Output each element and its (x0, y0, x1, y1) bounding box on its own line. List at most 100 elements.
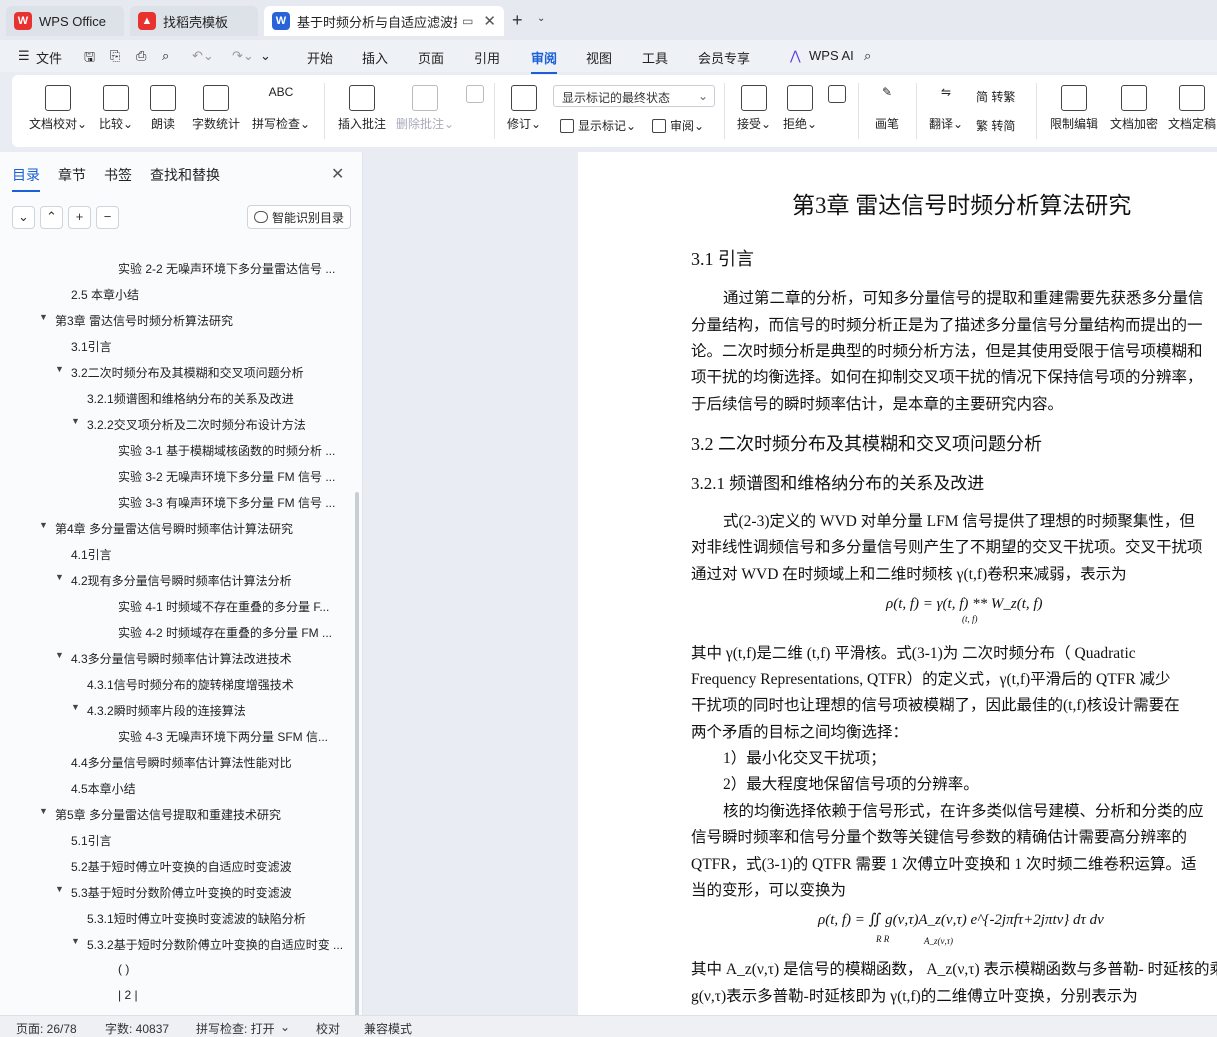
close-pane-icon[interactable]: ✕ (331, 164, 344, 184)
page-indicator[interactable]: 页面: 26/78 (16, 1020, 77, 1037)
insert-comment-button[interactable]: 插入批注 (334, 85, 390, 132)
word-count-button[interactable]: 字数统计 (188, 85, 244, 132)
delete-comment-button[interactable]: 删除批注⌄ (394, 85, 456, 132)
toc-item[interactable]: 5.3.1短时傅立叶变换时变滤波的缺陷分析 (87, 910, 306, 927)
encrypt-button[interactable]: 文档加密 (1108, 85, 1160, 132)
tab-bookmarks[interactable]: 书签 (104, 165, 132, 185)
new-tab-icon[interactable]: + (512, 10, 523, 31)
redo-icon[interactable]: ↷⌄ (232, 48, 254, 64)
chevron-up-icon[interactable]: ⌃ (40, 206, 63, 229)
to-traditional-button[interactable]: 简 转繁 (976, 88, 1015, 105)
spell-check-status[interactable]: 拼写检查: 打开 (196, 1020, 275, 1037)
toc-item[interactable]: ▼ 3.2二次时频分布及其模糊和交叉项问题分析 (55, 364, 304, 381)
finalize-button[interactable]: 文档定稿 (1168, 85, 1216, 132)
toc-item[interactable]: ▼ 第3章 雷达信号时频分析算法研究 (39, 312, 233, 329)
print-icon[interactable]: ⎙ (136, 48, 146, 64)
next-change-button[interactable] (826, 85, 848, 107)
revise-button[interactable]: 修订⌄ (504, 85, 544, 132)
translate-button[interactable]: ⇋ 翻译⌄ (926, 85, 966, 132)
markup-select[interactable]: 显示标记的最终状态 ⌄ (553, 85, 715, 107)
toc-item[interactable]: ▼ 5.3.2基于短时分数阶傅立叶变换的自适应时变 ... (71, 936, 343, 953)
menu-view[interactable]: 视图 (586, 48, 612, 67)
accept-button[interactable]: 接受⌄ (734, 85, 774, 132)
toc-item[interactable]: ▼ 第4章 多分量雷达信号瞬时频率估计算法研究 (39, 520, 293, 537)
menu-home[interactable]: 开始 (307, 48, 333, 67)
export-icon[interactable]: ⎘ (110, 48, 120, 64)
menu-page[interactable]: 页面 (418, 48, 444, 67)
toc-item[interactable]: 实验 3-2 无噪声环境下多分量 FM 信号 ... (118, 468, 335, 485)
toc-item[interactable]: 4.4多分量信号瞬时频率估计算法性能对比 (71, 754, 292, 771)
menu-wps-ai[interactable]: WPS AI (809, 48, 854, 63)
expand-arrow-icon[interactable]: ▼ (39, 520, 48, 530)
chevron-down-icon[interactable]: ⌄ (537, 13, 545, 24)
scrollbar[interactable] (355, 492, 359, 1037)
undo-icon[interactable]: ↶⌄ (192, 48, 214, 64)
toc-item[interactable]: 实验 2-2 无噪声环境下多分量雷达信号 ... (118, 260, 335, 277)
toc-item[interactable]: ▼ 第5章 多分量雷达信号提取和重建技术研究 (39, 806, 281, 823)
expand-arrow-icon[interactable]: ▼ (39, 806, 48, 816)
toc-item[interactable]: 实验 3-3 有噪声环境下多分量 FM 信号 ... (118, 494, 335, 511)
toc-item[interactable]: ( ) (118, 962, 129, 976)
read-aloud-button[interactable]: 朗读 (146, 85, 180, 132)
toc-item[interactable]: ▼ 5.3基于短时分数阶傅立叶变换的时变滤波 (55, 884, 292, 901)
pen-button[interactable]: ✎ 画笔 (870, 85, 904, 132)
toc-item[interactable]: 实验 4-3 无噪声环境下两分量 SFM 信... (118, 728, 328, 745)
review-pane-button[interactable]: 审阅 ⌄ (652, 117, 704, 134)
toc-item[interactable]: 实验 4-2 时频域存在重叠的多分量 FM ... (118, 624, 332, 641)
toc-item[interactable]: ▼ 3.2.2交叉项分析及二次时频分布设计方法 (71, 416, 306, 433)
toc-item[interactable]: ▼ 4.2现有多分量信号瞬时频率估计算法分析 (55, 572, 292, 589)
compare-button[interactable]: 比较⌄ (96, 85, 136, 132)
proof-button[interactable]: 文档校对⌄ (28, 85, 88, 132)
menu-references[interactable]: 引用 (474, 48, 500, 67)
expand-arrow-icon[interactable]: ▼ (39, 312, 48, 322)
search-icon[interactable]: ⌕ (864, 48, 871, 64)
toc-item[interactable]: 5.2基于短时傅立叶变换的自适应时变滤波 (71, 858, 292, 875)
chevron-down-icon[interactable]: ⌄ (12, 206, 35, 229)
more-chevron-icon[interactable]: ⌄ (260, 48, 271, 64)
toc-item[interactable]: 2.5 本章小结 (71, 286, 139, 303)
show-markup-button[interactable]: 显示标记 ⌄ (560, 117, 636, 134)
tab-docer-templates[interactable]: ▲ 找稻壳模板 (130, 6, 258, 36)
hamburger-icon[interactable]: ☰ (18, 48, 30, 64)
menu-tools[interactable]: 工具 (642, 48, 668, 67)
tab-wps-office[interactable]: W WPS Office (6, 6, 124, 36)
print-preview-icon[interactable]: ⌕ (162, 48, 169, 64)
toc-item[interactable]: 4.3.1信号时频分布的旋转梯度增强技术 (87, 676, 294, 693)
close-tab-icon[interactable]: ✕ (483, 12, 496, 30)
toc-item[interactable]: 3.1引言 (71, 338, 112, 355)
toc-item[interactable]: ▼ 4.3多分量信号瞬时频率估计算法改进技术 (55, 650, 292, 667)
tab-document[interactable]: W 基于时频分析与自适应滤波技 ▭ ✕ (264, 6, 504, 36)
add-heading-icon[interactable]: + (68, 206, 91, 229)
remove-heading-icon[interactable]: − (96, 206, 119, 229)
prev-comment-button[interactable] (464, 85, 486, 107)
expand-arrow-icon[interactable]: ▼ (55, 364, 64, 374)
word-count[interactable]: 字数: 40837 (105, 1020, 169, 1037)
proof-status[interactable]: 校对 (316, 1020, 340, 1037)
expand-arrow-icon[interactable]: ▼ (55, 572, 64, 582)
tab-find-replace[interactable]: 查找和替换 (150, 165, 220, 185)
menu-insert[interactable]: 插入 (362, 48, 388, 67)
reject-button[interactable]: 拒绝⌄ (780, 85, 820, 132)
menu-member[interactable]: 会员专享 (698, 48, 750, 67)
spell-check-button[interactable]: ABC 拼写检查⌄ (250, 85, 312, 132)
toc-item[interactable]: 4.1引言 (71, 546, 112, 563)
chevron-down-icon[interactable]: ⌄ (280, 1020, 290, 1034)
toc-item[interactable]: 5.1引言 (71, 832, 112, 849)
tab-sections[interactable]: 章节 (58, 165, 86, 185)
window-icon[interactable]: ▭ (462, 14, 473, 28)
to-simplified-button[interactable]: 繁 转简 (976, 117, 1015, 134)
menu-review[interactable]: 审阅 (531, 48, 558, 74)
expand-arrow-icon[interactable]: ▼ (71, 702, 80, 712)
toc-item[interactable]: 3.2.1频谱图和维格纳分布的关系及改进 (87, 390, 294, 407)
restrict-edit-button[interactable]: 限制编辑 (1048, 85, 1100, 132)
toc-item[interactable]: 实验 4-1 时频域不存在重叠的多分量 F... (118, 598, 329, 615)
toc-item[interactable]: 实验 3-1 基于模糊域核函数的时频分析 ... (118, 442, 335, 459)
tab-toc[interactable]: 目录 (12, 165, 40, 192)
expand-arrow-icon[interactable]: ▼ (71, 416, 80, 426)
toc-item[interactable]: | 2 | (118, 988, 138, 1002)
expand-arrow-icon[interactable]: ▼ (71, 936, 80, 946)
smart-toc-button[interactable]: 智能识别目录 (247, 205, 351, 229)
expand-arrow-icon[interactable]: ▼ (55, 650, 64, 660)
save-icon[interactable]: 🖫 (84, 48, 95, 70)
menu-file[interactable]: 文件 (36, 48, 62, 67)
